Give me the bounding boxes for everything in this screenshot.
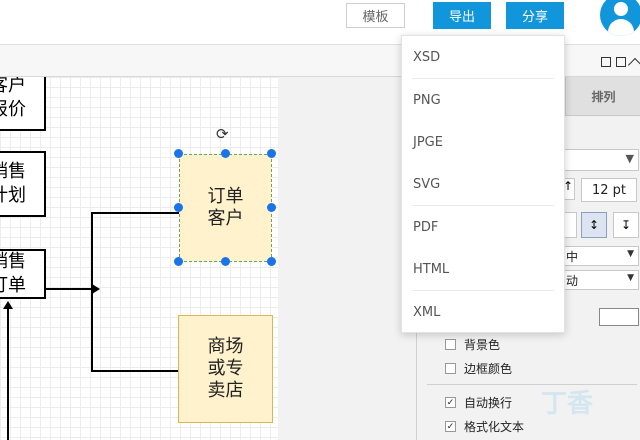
checkbox-checked[interactable]: ✓ xyxy=(445,420,456,432)
node-sales-plan[interactable]: 销售 计划 xyxy=(0,151,46,217)
export-dropdown: XSD PNG JPGE SVG PDF HTML XML xyxy=(401,35,565,333)
text-direction-select[interactable]: 动 ▼ xyxy=(561,270,639,290)
checkbox[interactable] xyxy=(445,338,456,350)
panel-toggle-icon[interactable] xyxy=(616,57,626,67)
resize-handle[interactable] xyxy=(174,257,183,266)
export-jpge[interactable]: JPGE xyxy=(402,121,566,163)
align-bottom-button[interactable]: ↧ xyxy=(613,212,639,238)
align-middle-button[interactable]: ↕ xyxy=(581,212,607,238)
border-color-option[interactable]: 边框颜色 xyxy=(445,359,512,377)
tab-arrange[interactable]: 排列 xyxy=(565,77,640,115)
formatted-text-option[interactable]: ✓ 格式化文本 xyxy=(445,417,524,435)
word-wrap-option[interactable]: ✓ 自动换行 xyxy=(445,393,512,411)
font-family-select[interactable]: ▼ xyxy=(561,149,639,171)
background-color-option[interactable]: 背景色 xyxy=(445,335,500,353)
canvas-gutter xyxy=(278,77,416,440)
box-order-customer[interactable]: 订单 客户 xyxy=(179,154,272,262)
resize-handle[interactable] xyxy=(174,149,183,158)
node-customer-quote[interactable]: 客户 报价 xyxy=(0,77,46,131)
export-html[interactable]: HTML xyxy=(402,248,566,290)
chevron-down-icon: ▼ xyxy=(625,152,634,165)
resize-handle[interactable] xyxy=(267,149,276,158)
diagram-canvas[interactable]: 客户 报价 销售 计划 销售 订单 ⟳ 订单 客户 商场 或专 卖店 xyxy=(0,77,278,440)
arrow-head xyxy=(92,284,100,294)
export-xml[interactable]: XML xyxy=(402,291,566,333)
export-pdf[interactable]: PDF xyxy=(402,206,566,248)
chevron-down-icon: ▼ xyxy=(627,249,634,259)
template-button[interactable]: 模板 xyxy=(346,3,405,28)
resize-handle[interactable] xyxy=(174,203,183,212)
export-xsd[interactable]: XSD xyxy=(402,36,566,78)
resize-handle[interactable] xyxy=(221,257,230,266)
connector-branch[interactable] xyxy=(91,212,180,372)
node-sales-order[interactable]: 销售 订单 xyxy=(0,249,46,299)
vertical-align-select[interactable]: 中 ▼ xyxy=(561,246,639,266)
export-button[interactable]: 导出 xyxy=(433,2,491,29)
watermark-logo: 丁香 xyxy=(541,389,594,419)
resize-handle[interactable] xyxy=(221,149,230,158)
checkbox-checked[interactable]: ✓ xyxy=(445,396,456,408)
user-icon xyxy=(614,2,628,16)
export-png[interactable]: PNG xyxy=(402,79,566,121)
chevron-down-icon: ▼ xyxy=(627,273,634,283)
checkbox[interactable] xyxy=(445,362,456,374)
arrow-head-up xyxy=(3,301,13,309)
resize-handle[interactable] xyxy=(267,203,276,212)
fit-icon[interactable] xyxy=(601,57,611,67)
font-color-swatch[interactable] xyxy=(599,308,639,326)
rotate-icon[interactable]: ⟳ xyxy=(216,125,229,143)
resize-handle[interactable] xyxy=(267,257,276,266)
collapse-icon[interactable] xyxy=(627,57,640,73)
box-mall-or-store[interactable]: 商场 或专 卖店 xyxy=(178,315,273,423)
avatar[interactable] xyxy=(600,0,640,36)
share-button[interactable]: 分享 xyxy=(506,2,564,29)
export-svg[interactable]: SVG xyxy=(402,163,566,205)
font-size-input[interactable]: 12 pt xyxy=(581,178,637,202)
